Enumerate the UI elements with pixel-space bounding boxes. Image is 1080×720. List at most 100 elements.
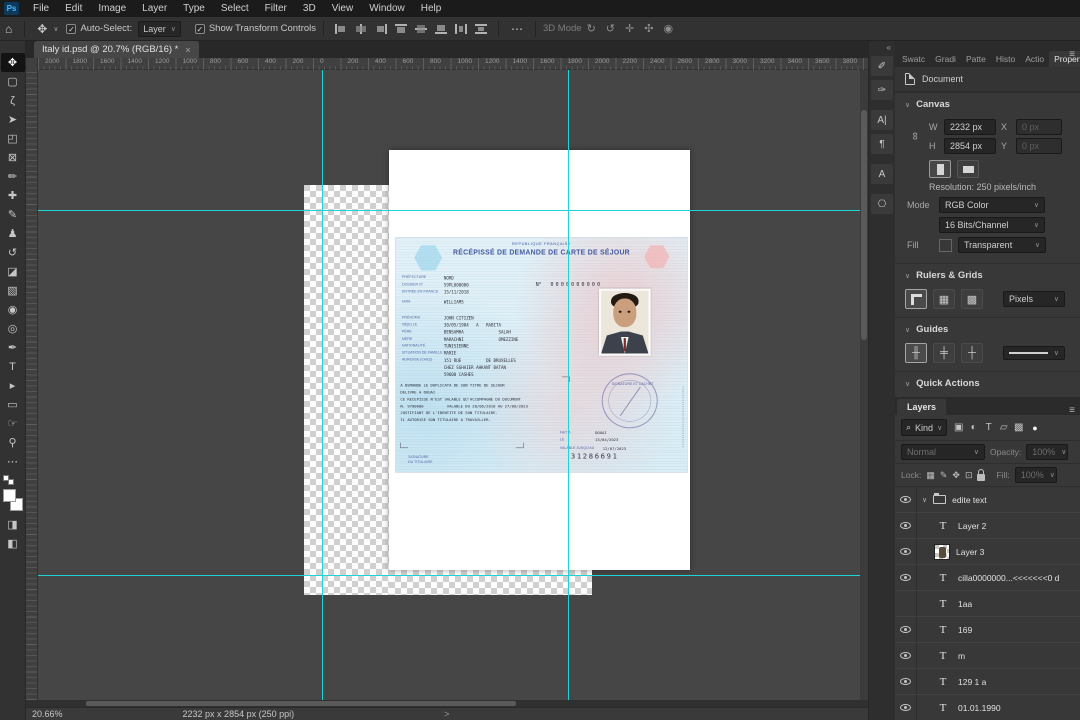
shape-tool[interactable]: ▭ bbox=[1, 395, 25, 414]
layer-visibility-cell[interactable] bbox=[895, 695, 917, 720]
layer-content[interactable]: Layer 3 bbox=[917, 543, 984, 560]
layer-row[interactable]: Tcilla0000000...<<<<<<<0 d bbox=[895, 565, 1080, 591]
vertical-guide[interactable] bbox=[322, 70, 323, 700]
object-selection-tool[interactable]: ➤ bbox=[1, 110, 25, 129]
layer-name[interactable]: edite text bbox=[952, 495, 987, 505]
height-input[interactable]: 2854 px bbox=[944, 138, 996, 154]
align-bottom-icon[interactable] bbox=[435, 24, 448, 34]
screen-mode-button[interactable]: ◧ bbox=[1, 534, 25, 553]
type-tool[interactable]: T bbox=[1, 357, 25, 376]
layers-tab[interactable]: Layers bbox=[897, 399, 947, 415]
fill-opacity-dropdown[interactable]: 100% ∨ bbox=[1014, 467, 1057, 483]
layer-row[interactable]: T Layer 2 bbox=[895, 513, 1080, 539]
home-icon[interactable]: ⌂ bbox=[0, 22, 17, 36]
menu-item-window[interactable]: Window bbox=[361, 0, 413, 17]
glyphs-panel-icon[interactable]: A bbox=[871, 164, 893, 184]
align-left-icon[interactable] bbox=[335, 23, 347, 34]
layer-row[interactable]: T 129 1 a bbox=[895, 669, 1080, 695]
auto-select-checkbox[interactable]: ✓ bbox=[66, 23, 77, 34]
align-right-icon[interactable] bbox=[375, 23, 388, 34]
fill-dropdown[interactable]: Transparent ∨ bbox=[958, 237, 1046, 253]
canvas-section-header[interactable]: ∨ Canvas bbox=[895, 92, 1080, 114]
filter-pixel-layers-icon[interactable]: ▣ bbox=[951, 422, 966, 433]
layer-visibility-cell[interactable] bbox=[895, 513, 917, 538]
toggle-rulers-button[interactable] bbox=[905, 289, 927, 309]
toggle-grid-button[interactable]: ▦ bbox=[933, 289, 955, 309]
portrait-orientation-button[interactable] bbox=[929, 160, 951, 178]
layer-row[interactable]: T 169 bbox=[895, 617, 1080, 643]
color-mode-dropdown[interactable]: RGB Color ∨ bbox=[939, 197, 1045, 213]
more-options-icon[interactable]: ⋯ bbox=[506, 22, 528, 36]
document-tab[interactable]: Italy id.psd @ 20.7% (RGB/16) * × bbox=[34, 41, 199, 58]
layer-name[interactable]: 129 1 a bbox=[958, 677, 986, 687]
lock-image-pixels-icon[interactable]: ✎ bbox=[940, 470, 948, 481]
menu-item-type[interactable]: Type bbox=[175, 0, 213, 17]
panel-tab-actio[interactable]: Actio bbox=[1020, 51, 1050, 67]
dodge-tool[interactable]: ◎ bbox=[1, 319, 25, 338]
foreground-color[interactable] bbox=[2, 489, 16, 502]
horizontal-scrollbar[interactable] bbox=[26, 700, 868, 707]
close-icon[interactable]: × bbox=[185, 45, 190, 55]
distribute-horizontal-icon[interactable] bbox=[455, 23, 467, 34]
layer-thumbnail[interactable] bbox=[934, 543, 950, 560]
layer-content[interactable]: Tm bbox=[917, 648, 965, 664]
collapse-panels-icon[interactable]: « bbox=[887, 43, 891, 52]
scrollbar-thumb[interactable] bbox=[861, 110, 867, 340]
layer-row[interactable]: Layer 3 bbox=[895, 539, 1080, 565]
filter-smart-objects-icon[interactable]: ▩ bbox=[1011, 422, 1026, 433]
vertical-ruler[interactable] bbox=[26, 70, 38, 700]
menu-item-3d[interactable]: 3D bbox=[295, 0, 324, 17]
panel-tab-properties[interactable]: Properties bbox=[1049, 51, 1080, 67]
menu-item-view[interactable]: View bbox=[324, 0, 362, 17]
crop-tool[interactable]: ◰ bbox=[1, 129, 25, 148]
layer-name[interactable]: 169 bbox=[958, 625, 972, 635]
align-top-icon[interactable] bbox=[395, 23, 408, 34]
edit-toolbar-icon[interactable]: ⋯ bbox=[1, 452, 25, 471]
width-input[interactable]: 2232 px bbox=[944, 119, 996, 135]
layer-content[interactable]: Tcilla0000000...<<<<<<<0 d bbox=[917, 570, 1060, 586]
blur-tool[interactable]: ◉ bbox=[1, 300, 25, 319]
eye-icon[interactable] bbox=[900, 678, 911, 685]
lasso-tool[interactable]: ζ bbox=[1, 91, 25, 110]
marquee-tool[interactable]: ▢ bbox=[1, 72, 25, 91]
auto-select-target-dropdown[interactable]: Layer ∨ bbox=[138, 20, 181, 37]
healing-brush-tool[interactable]: ✚ bbox=[1, 186, 25, 205]
pen-tool[interactable]: ✒ bbox=[1, 338, 25, 357]
menu-item-help[interactable]: Help bbox=[413, 0, 450, 17]
panel-tab-gradi[interactable]: Gradi bbox=[930, 51, 961, 67]
history-brush-tool[interactable]: ↺ bbox=[1, 243, 25, 262]
show-transform-checkbox[interactable]: ✓ bbox=[194, 23, 205, 34]
eye-icon[interactable] bbox=[900, 548, 911, 555]
menu-item-image[interactable]: Image bbox=[90, 0, 134, 17]
lock-artboard-icon[interactable]: ⊡ bbox=[965, 470, 973, 481]
lock-transparent-pixels-icon[interactable]: ▦ bbox=[926, 470, 935, 481]
layer-content[interactable]: ∨ edite text bbox=[917, 493, 987, 505]
filter-adjustment-layers-icon[interactable]: ◐ bbox=[966, 422, 981, 433]
landscape-orientation-button[interactable] bbox=[957, 160, 979, 178]
layer-name[interactable]: cilla0000000...<<<<<<<0 d bbox=[958, 573, 1059, 583]
layer-content[interactable]: T 169 bbox=[917, 622, 973, 638]
blend-mode-dropdown[interactable]: Normal ∨ bbox=[901, 444, 985, 460]
layer-visibility-cell[interactable] bbox=[895, 487, 917, 512]
align-center-horizontal-icon[interactable] bbox=[355, 23, 367, 34]
horizontal-guide[interactable] bbox=[38, 210, 868, 211]
x-input[interactable]: 0 px bbox=[1016, 119, 1062, 135]
toggle-guides-button[interactable]: ╫ bbox=[905, 343, 927, 363]
canvas-viewport[interactable]: REPUBLIQUE FRANÇAISE RÉCÉPISSÉ DE DEMAND… bbox=[26, 70, 868, 700]
brush-tool[interactable]: ✎ bbox=[1, 205, 25, 224]
lock-position-icon[interactable]: ✥ bbox=[952, 470, 960, 481]
scrollbar-thumb[interactable] bbox=[86, 701, 516, 706]
y-input[interactable]: 0 px bbox=[1016, 138, 1062, 154]
align-center-vertical-icon[interactable] bbox=[415, 24, 428, 34]
layer-row[interactable]: Tm bbox=[895, 643, 1080, 669]
frame-tool[interactable]: ⊠ bbox=[1, 148, 25, 167]
menu-item-filter[interactable]: Filter bbox=[257, 0, 295, 17]
clone-stamp-tool[interactable]: ♟ bbox=[1, 224, 25, 243]
guides-section-header[interactable]: ∨ Guides bbox=[895, 317, 1080, 339]
eye-icon[interactable] bbox=[900, 704, 911, 711]
chevron-down-icon[interactable]: ∨ bbox=[922, 496, 927, 504]
eye-icon[interactable] bbox=[900, 574, 911, 581]
layer-name[interactable]: Layer 3 bbox=[956, 547, 984, 557]
properties-document-row[interactable]: Document bbox=[895, 67, 1080, 92]
panel-menu-icon[interactable]: ≡ bbox=[1069, 405, 1075, 416]
